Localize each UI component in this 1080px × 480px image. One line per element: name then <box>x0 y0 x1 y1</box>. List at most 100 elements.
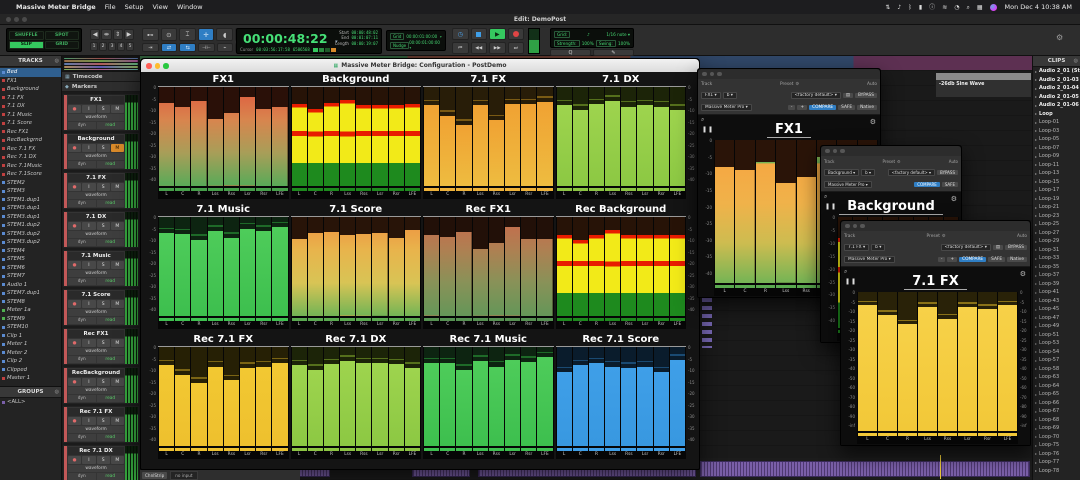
tool-btn-4[interactable]: ◖ <box>216 28 233 41</box>
mode-button-spot[interactable]: SPOT <box>45 31 80 40</box>
clip-list-item[interactable]: ▸Audio 2_01-05 (Stereo) <box>1033 93 1080 102</box>
zoom-preset-4[interactable]: 5 <box>126 42 134 51</box>
track-list-item[interactable]: Rec 7.1Score <box>0 170 61 179</box>
track-list-item[interactable]: STEM2 <box>0 179 61 188</box>
native-button[interactable]: Native <box>1007 257 1027 262</box>
track-list-item[interactable]: STEM4 <box>0 247 61 256</box>
track-list-item[interactable]: Clip 2 <box>0 357 61 366</box>
dyn-button[interactable]: dyn <box>68 200 96 207</box>
prev-preset-button[interactable]: - <box>938 257 946 262</box>
waveform-view-selector[interactable]: waveform <box>68 426 124 433</box>
i-button[interactable]: I <box>82 300 95 308</box>
automation-mode-button[interactable]: read <box>97 239 125 246</box>
waveform-view-selector[interactable]: waveform <box>68 348 124 355</box>
pause-icon[interactable]: ❚❚ <box>825 203 837 210</box>
clip-list-item[interactable]: ▸Loop-07 <box>1033 144 1080 153</box>
clip-list-item[interactable]: ▸Loop-27 <box>1033 229 1080 238</box>
dyn-button[interactable]: dyn <box>68 278 96 285</box>
automation-mode-button[interactable]: read <box>97 356 125 363</box>
track-list-item[interactable]: Rec 7.1 DX <box>0 153 61 162</box>
clip-list-item[interactable]: ▸Loop-45 <box>1033 305 1080 314</box>
status-icon-6[interactable]: ◔ <box>954 4 959 11</box>
go-to-end-button[interactable]: ⏭ <box>508 42 525 54</box>
bypass-button[interactable]: BYPASS <box>1005 245 1027 250</box>
i-button[interactable]: I <box>82 378 95 386</box>
track-header-recbackground[interactable]: RecBackground●ISMwaveformdynread <box>63 367 139 404</box>
waveform-view-selector[interactable]: waveform <box>68 231 124 238</box>
clip-list-item[interactable]: ▸Loop-31 <box>1033 246 1080 255</box>
track-list-item[interactable]: Rec 7.1 FX <box>0 145 61 154</box>
clip-list-item[interactable]: ▸Loop-57 <box>1033 356 1080 365</box>
clip-list-item[interactable]: ▸Loop-13 <box>1033 169 1080 178</box>
plugin-selector[interactable]: Massive Meter Pro ▾ <box>824 181 872 188</box>
zoom-btn-1[interactable]: ⇹ <box>101 29 111 40</box>
i-button[interactable]: I <box>82 183 95 191</box>
track-list-item[interactable]: Master 1 <box>0 374 61 383</box>
clip-list-item[interactable]: ▸Loop-03 <box>1033 127 1080 136</box>
status-icon-5[interactable]: ≋ <box>942 4 947 11</box>
nudge-value[interactable]: 00:00:01:00:00 ▾ <box>409 40 442 50</box>
dyn-button[interactable]: dyn <box>68 356 96 363</box>
m-button[interactable]: M <box>111 183 124 191</box>
menubar-clock[interactable]: Mon Dec 4 10:38 AM <box>1005 3 1072 11</box>
zoom-btn-3[interactable]: ▶ <box>124 29 134 40</box>
clip-list-item[interactable]: ▸Loop-75 <box>1033 441 1080 450</box>
track-list-item[interactable]: STEM6 <box>0 264 61 273</box>
i-button[interactable]: I <box>82 417 95 425</box>
nudge-label[interactable]: Nudge <box>390 42 409 49</box>
status-icon-8[interactable]: ▦ <box>977 4 983 11</box>
track-header-rec-fx1[interactable]: Rec FX1●ISMwaveformdynread <box>63 328 139 365</box>
track-list-item[interactable]: STEM3.dup2 <box>0 230 61 239</box>
m-button[interactable]: M <box>111 339 124 347</box>
track-name[interactable]: 7.1 Score <box>68 291 124 299</box>
automation-mode-button[interactable]: read <box>97 395 125 402</box>
record-button[interactable]: ● <box>68 378 81 386</box>
track-name[interactable]: 7.1 Music <box>68 252 124 260</box>
track-list-item[interactable]: STEM9 <box>0 315 61 324</box>
m-button[interactable]: M <box>111 417 124 425</box>
grid-label[interactable]: Grid <box>390 33 404 40</box>
s-button[interactable]: S <box>97 144 110 152</box>
record-button[interactable]: ● <box>68 339 81 347</box>
go-to-start-button[interactable]: ⏮ <box>452 42 469 54</box>
dyn-button[interactable]: dyn <box>68 434 96 441</box>
track-name[interactable]: 7.1 FX <box>68 174 124 182</box>
dyn-button[interactable]: dyn <box>68 317 96 324</box>
track-list-item[interactable]: FX1 <box>0 77 61 86</box>
status-icon-0[interactable]: ⇅ <box>885 4 890 11</box>
menu-file[interactable]: File <box>105 3 116 11</box>
groups-gear-icon[interactable]: ◎ <box>55 389 59 395</box>
clip-list-item[interactable]: ▸Loop-25 <box>1033 220 1080 229</box>
prev-preset-button[interactable]: - <box>788 105 796 110</box>
track-list-item[interactable]: STEM3 <box>0 187 61 196</box>
format-selector[interactable]: b ▾ <box>861 169 875 176</box>
main-counter[interactable]: 00:00:48:22 ▾ <box>243 31 338 46</box>
plugin-titlebar[interactable] <box>841 221 1030 231</box>
m-button[interactable]: M <box>111 144 124 152</box>
stop-button[interactable] <box>471 28 488 40</box>
track-list-item[interactable]: STEM3.dup2 <box>0 238 61 247</box>
timeline-clip[interactable] <box>700 461 1030 477</box>
i-button[interactable]: I <box>82 222 95 230</box>
clip-list-item[interactable]: ▸Loop-39 <box>1033 280 1080 289</box>
clip-list-item[interactable]: ▸Loop-70 <box>1033 433 1080 442</box>
track-list-item[interactable]: 7.1 FX <box>0 94 61 103</box>
status-icon-1[interactable]: ♪ <box>897 4 901 11</box>
tool-btn-2[interactable]: ⌶ <box>179 28 196 41</box>
safe-button[interactable]: SAFE <box>942 182 958 187</box>
track-header-fx1[interactable]: FX1●ISMwaveformdynread <box>63 94 139 131</box>
clip-list-item[interactable]: ▸Loop-35 <box>1033 263 1080 272</box>
m-button[interactable]: M <box>111 378 124 386</box>
track-list-item[interactable]: STEM5 <box>0 255 61 264</box>
waveform-view-selector[interactable]: waveform <box>68 387 124 394</box>
waveform-view-selector[interactable]: waveform <box>68 114 124 121</box>
status-icon-2[interactable]: ᛒ <box>908 4 912 11</box>
zoom-preset-3[interactable]: 4 <box>117 42 125 51</box>
zoom-btn-2[interactable]: ⇕ <box>113 29 123 40</box>
clip-list-item[interactable]: ▸Loop-78 <box>1033 467 1080 476</box>
pause-icon[interactable]: ❚❚ <box>845 278 857 285</box>
clip-list-item[interactable]: ▸Loop-66 <box>1033 399 1080 408</box>
m-button[interactable]: M <box>111 261 124 269</box>
track-list-item[interactable]: STEM3.dup1 <box>0 204 61 213</box>
mode-button-grid[interactable]: GRID <box>45 41 80 50</box>
